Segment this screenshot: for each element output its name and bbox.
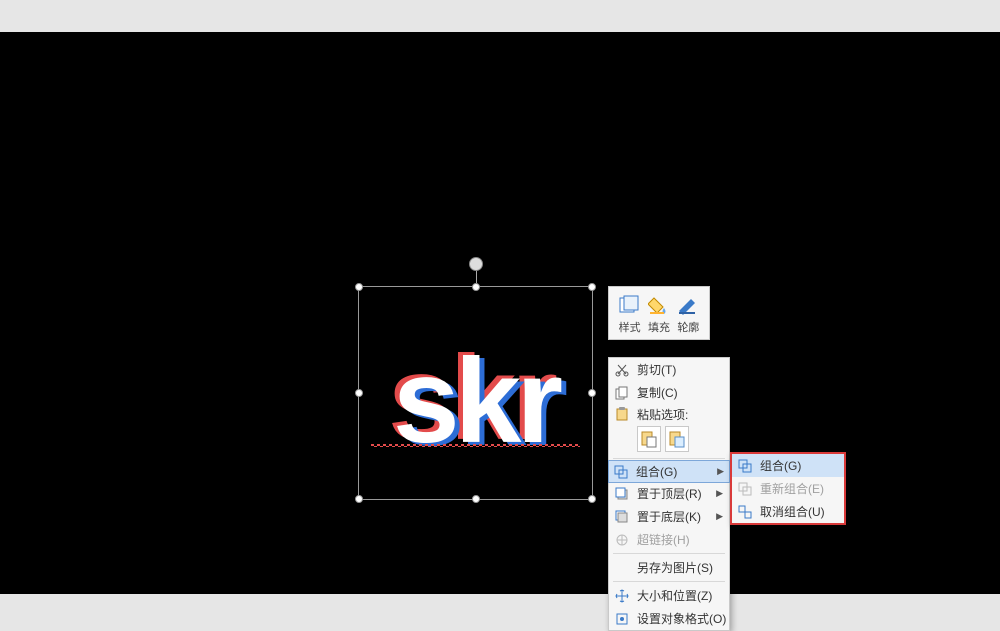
menu-hyperlink: 超链接(H)	[609, 528, 729, 551]
fill-button[interactable]	[647, 293, 671, 317]
text-layer-white: skr	[393, 334, 558, 468]
format-object-icon	[613, 610, 631, 628]
paste-icon	[613, 405, 631, 423]
paste-option-row	[609, 424, 729, 456]
rotation-handle[interactable]	[469, 257, 483, 271]
slide-canvas[interactable]: skr skr skr 样式 填充 轮廓 剪	[0, 32, 1000, 594]
group-icon	[612, 463, 630, 481]
spellcheck-underline	[371, 444, 580, 447]
resize-handle-tm[interactable]	[472, 283, 480, 291]
menu-separator-3	[613, 581, 725, 582]
menu-format-object-label: 设置对象格式(O)	[637, 610, 726, 627]
rotation-stem	[476, 269, 477, 283]
menu-copy[interactable]: 复制(C)	[609, 381, 729, 404]
group-icon	[736, 457, 754, 475]
blank-icon	[613, 559, 631, 577]
resize-handle-bl[interactable]	[355, 495, 363, 503]
menu-hyperlink-label: 超链接(H)	[637, 531, 723, 548]
menu-cut-label: 剪切(T)	[637, 361, 723, 378]
menu-copy-label: 复制(C)	[637, 384, 723, 401]
submenu-regroup: 重新组合(E)	[732, 477, 844, 500]
menu-group[interactable]: 组合(G) ▶	[608, 460, 730, 483]
resize-handle-tl[interactable]	[355, 283, 363, 291]
menu-separator-1	[613, 458, 725, 459]
copy-icon	[613, 384, 631, 402]
send-back-icon	[613, 508, 631, 526]
cut-icon	[613, 361, 631, 379]
hyperlink-icon	[613, 531, 631, 549]
bring-front-icon	[613, 485, 631, 503]
menu-send-back-label: 置于底层(K)	[637, 508, 712, 525]
resize-handle-ml[interactable]	[355, 389, 363, 397]
selection-box[interactable]: skr skr skr	[358, 286, 593, 500]
paste-option-1[interactable]	[637, 426, 661, 452]
menu-group-label: 组合(G)	[636, 463, 713, 480]
submenu-arrow-icon: ▶	[716, 511, 723, 522]
resize-handle-br[interactable]	[588, 495, 596, 503]
outline-button[interactable]	[676, 293, 700, 317]
menu-separator-2	[613, 553, 725, 554]
resize-handle-mr[interactable]	[588, 389, 596, 397]
menu-paste-label: 粘贴选项:	[637, 406, 723, 423]
menu-save-as-picture[interactable]: 另存为图片(S)	[609, 556, 729, 579]
menu-format-object[interactable]: 设置对象格式(O)	[609, 607, 729, 630]
style-button[interactable]	[618, 293, 642, 317]
submenu-group[interactable]: 组合(G)	[732, 454, 844, 477]
size-position-icon	[613, 587, 631, 605]
submenu-group-label: 组合(G)	[760, 457, 838, 474]
ribbon-placeholder	[0, 0, 1000, 32]
context-menu: 剪切(T) 复制(C) 粘贴选项: 组合(G) ▶ 置于顶层(R) ▶ 置于底层…	[608, 357, 730, 631]
menu-cut[interactable]: 剪切(T)	[609, 358, 729, 381]
menu-bring-front[interactable]: 置于顶层(R) ▶	[609, 482, 729, 505]
style-label: 样式	[619, 319, 641, 335]
ungroup-icon	[736, 503, 754, 521]
resize-handle-bm[interactable]	[472, 495, 480, 503]
menu-size-position-label: 大小和位置(Z)	[637, 587, 723, 604]
submenu-ungroup[interactable]: 取消组合(U)	[732, 500, 844, 523]
submenu-ungroup-label: 取消组合(U)	[760, 503, 838, 520]
group-submenu: 组合(G) 重新组合(E) 取消组合(U)	[730, 452, 846, 525]
mini-toolbar: 样式 填充 轮廓	[608, 286, 710, 340]
submenu-arrow-icon: ▶	[716, 488, 723, 499]
menu-save-as-picture-label: 另存为图片(S)	[637, 559, 723, 576]
menu-bring-front-label: 置于顶层(R)	[637, 485, 712, 502]
text-content[interactable]: skr skr skr	[369, 341, 582, 461]
menu-send-back[interactable]: 置于底层(K) ▶	[609, 505, 729, 528]
menu-paste-options: 粘贴选项:	[609, 404, 729, 424]
submenu-arrow-icon: ▶	[717, 466, 724, 477]
fill-label: 填充	[648, 319, 670, 335]
submenu-regroup-label: 重新组合(E)	[760, 480, 838, 497]
paste-option-2[interactable]	[665, 426, 689, 452]
outline-label: 轮廓	[677, 319, 699, 335]
resize-handle-tr[interactable]	[588, 283, 596, 291]
regroup-icon	[736, 480, 754, 498]
menu-size-position[interactable]: 大小和位置(Z)	[609, 584, 729, 607]
